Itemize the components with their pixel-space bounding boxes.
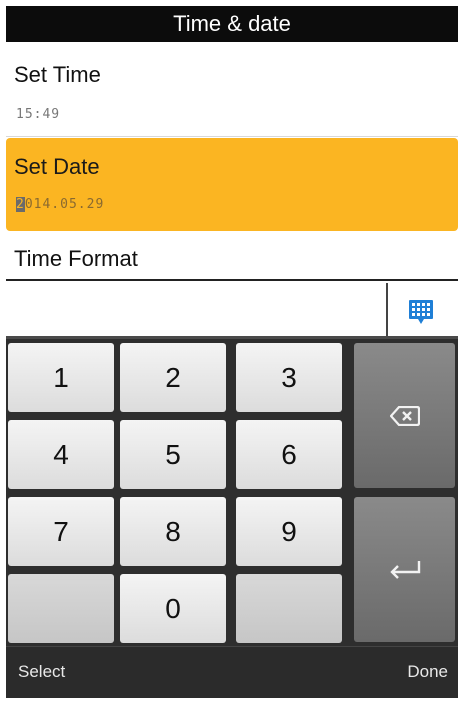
time-date-screen: Time & date Set Time 15:49 Set Date 2014… xyxy=(6,6,458,698)
key-3[interactable]: 3 xyxy=(236,343,342,412)
select-softkey[interactable]: Select xyxy=(18,662,65,682)
blank-key-right xyxy=(236,574,342,643)
key-9[interactable]: 9 xyxy=(236,497,342,566)
set-date-item[interactable]: Set Date 2014.05.29 xyxy=(6,138,458,231)
backspace-key[interactable] xyxy=(354,343,455,488)
backspace-icon xyxy=(389,405,420,426)
input-row xyxy=(6,283,458,339)
set-date-value-rest: 014.05.29 xyxy=(24,197,105,212)
key-5[interactable]: 5 xyxy=(120,420,226,489)
done-softkey[interactable]: Done xyxy=(407,662,448,682)
key-7[interactable]: 7 xyxy=(8,497,114,566)
key-8[interactable]: 8 xyxy=(120,497,226,566)
enter-icon xyxy=(389,560,420,579)
page-title: Time & date xyxy=(173,11,291,36)
numeric-keypad: 1 2 3 4 5 6 7 8 9 0 xyxy=(6,339,458,646)
set-date-value: 2014.05.29 xyxy=(16,197,104,212)
enter-key[interactable] xyxy=(354,497,455,642)
time-format-item[interactable]: Time Format xyxy=(6,234,458,281)
keyboard-grid-icon[interactable] xyxy=(401,295,441,329)
key-6[interactable]: 6 xyxy=(236,420,342,489)
number-input-field[interactable] xyxy=(6,283,388,336)
divider xyxy=(6,136,458,137)
title-bar: Time & date xyxy=(6,6,458,42)
time-format-label: Time Format xyxy=(14,246,138,271)
soft-key-bar: Select Done xyxy=(6,646,458,698)
key-4[interactable]: 4 xyxy=(8,420,114,489)
key-0[interactable]: 0 xyxy=(120,574,226,643)
set-time-value: 15:49 xyxy=(16,107,61,122)
text-cursor: 2 xyxy=(16,197,25,212)
set-date-label: Set Date xyxy=(14,154,100,179)
key-1[interactable]: 1 xyxy=(8,343,114,412)
key-2[interactable]: 2 xyxy=(120,343,226,412)
set-time-label: Set Time xyxy=(14,62,101,87)
blank-key-left xyxy=(8,574,114,643)
set-time-item[interactable]: Set Time 15:49 xyxy=(6,44,458,136)
